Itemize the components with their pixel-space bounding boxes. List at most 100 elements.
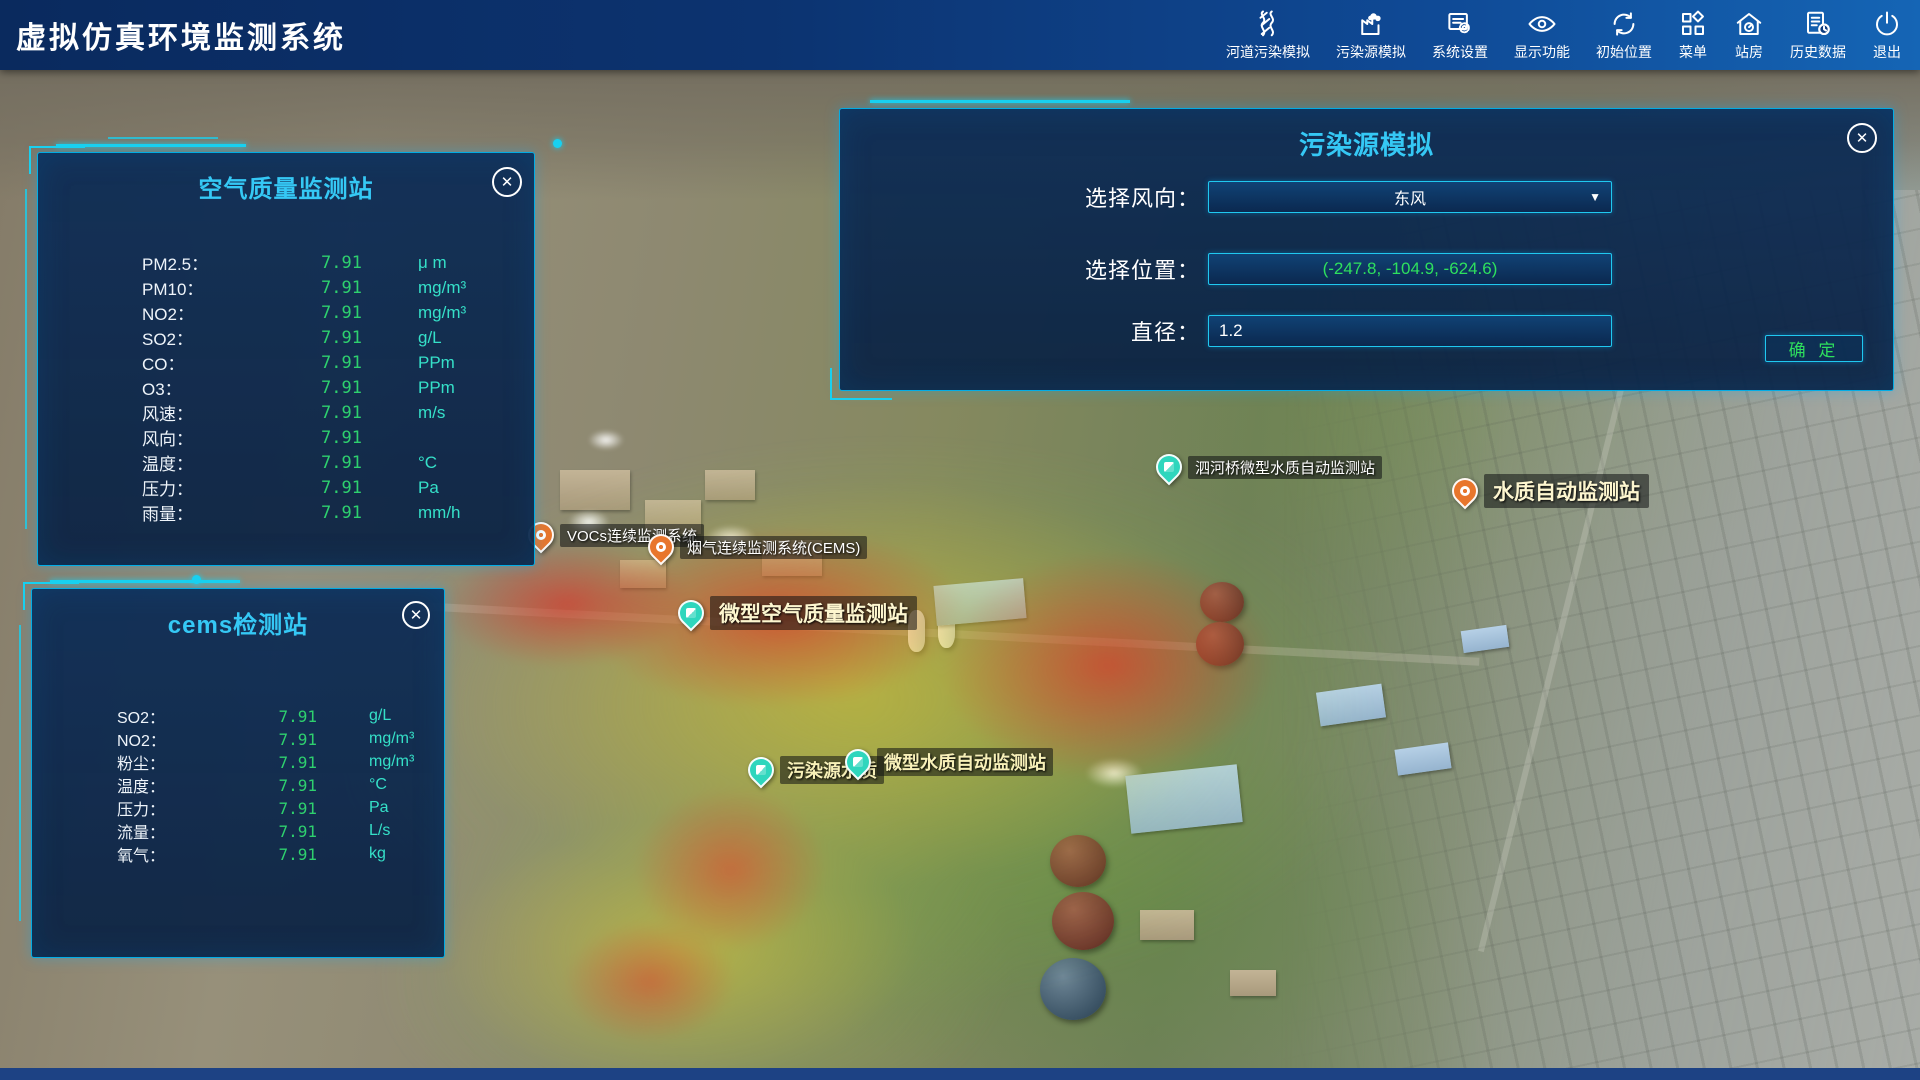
- chevron-down-icon: ▼: [1589, 190, 1601, 204]
- close-icon[interactable]: ✕: [492, 167, 522, 197]
- system-settings-icon: [1445, 9, 1475, 39]
- panel-decoration: [25, 189, 27, 529]
- marker-label: 微型水质自动监测站: [877, 748, 1053, 776]
- diameter-input[interactable]: [1209, 315, 1611, 347]
- nav-menu[interactable]: 菜单: [1678, 9, 1708, 62]
- orange-pin-icon: [1447, 473, 1484, 510]
- building-shape: [560, 470, 630, 510]
- metric-unit: g/L: [317, 707, 444, 725]
- nav-exit[interactable]: 退出: [1872, 9, 1902, 62]
- wind-direction-dropdown[interactable]: 东风 ▼: [1208, 181, 1612, 213]
- table-row: NO2：7.91mg/m³: [38, 300, 534, 325]
- marker-label: 微型空气质量监测站: [710, 596, 917, 630]
- cems-station-panel: cems检测站 ✕ SO2：7.91g/L NO2：7.91mg/m³ 粉尘：7…: [31, 588, 445, 958]
- nav-label: 初始位置: [1596, 42, 1652, 62]
- metric-unit: m/s: [362, 403, 534, 423]
- table-row: 风向：7.91: [38, 425, 534, 450]
- metric-label: 压力：: [117, 796, 237, 820]
- header-bar: 虚拟仿真环境监测系统 河道污染模拟 污染源模拟 系统设置 显示功能 初始位置: [0, 0, 1920, 70]
- table-row: 风速：7.91m/s: [38, 400, 534, 425]
- header-nav: 河道污染模拟 污染源模拟 系统设置 显示功能 初始位置 菜单: [1226, 9, 1920, 62]
- position-field-wrap: [1208, 253, 1612, 285]
- marker-water-quality-auto[interactable]: 水质自动监测站: [1452, 474, 1649, 508]
- air-panel-title: 空气质量监测站: [38, 153, 534, 204]
- metric-value: 7.91: [292, 453, 362, 473]
- teal-pin-icon: [743, 752, 780, 789]
- close-icon[interactable]: ✕: [1847, 123, 1877, 153]
- menu-icon: [1678, 9, 1708, 39]
- nav-station-house[interactable]: 站房: [1734, 9, 1764, 62]
- panel-decoration: [870, 100, 1130, 103]
- table-row: 氧气：7.91kg: [32, 842, 444, 865]
- marker-micro-air-quality[interactable]: 微型空气质量监测站: [678, 596, 917, 630]
- nav-system-settings[interactable]: 系统设置: [1432, 9, 1488, 62]
- nav-display-function[interactable]: 显示功能: [1514, 9, 1570, 62]
- metric-value: 7.91: [237, 753, 317, 772]
- metric-unit: °C: [362, 453, 534, 473]
- metric-unit: mg/m³: [317, 753, 444, 771]
- marker-label: 烟气连续监测系统(CEMS): [680, 536, 867, 559]
- air-panel-rows: PM2.5：7.91μ m PM10：7.91mg/m³ NO2：7.91mg/…: [38, 250, 534, 525]
- pollution-source-sim-panel: 污染源模拟 ✕ 选择风向： 东风 ▼ 选择位置： 直径： 确 定: [839, 108, 1894, 391]
- panel-decoration: [830, 368, 892, 400]
- spherical-tank: [1052, 892, 1114, 950]
- building-shape: [1140, 910, 1194, 940]
- metric-label: PM10：: [142, 275, 292, 300]
- sim-panel-title: 污染源模拟: [840, 109, 1893, 162]
- table-row: PM2.5：7.91μ m: [38, 250, 534, 275]
- wind-direction-label: 选择风向：: [840, 181, 1200, 213]
- metric-label: 温度：: [142, 450, 292, 475]
- nav-initial-position[interactable]: 初始位置: [1596, 9, 1652, 62]
- marker-label: 泗河桥微型水质自动监测站: [1188, 456, 1382, 479]
- close-icon[interactable]: ✕: [402, 601, 430, 629]
- nav-history-data[interactable]: 历史数据: [1790, 9, 1846, 62]
- cems-panel-title: cems检测站: [32, 589, 444, 640]
- panel-decoration: [19, 625, 21, 921]
- table-row: 粉尘：7.91mg/m³: [32, 750, 444, 773]
- position-label: 选择位置：: [840, 253, 1200, 285]
- metric-unit: μ m: [362, 253, 534, 273]
- diameter-field-wrap: [1208, 315, 1612, 347]
- metric-unit: L/s: [317, 822, 444, 840]
- confirm-button[interactable]: 确 定: [1765, 335, 1863, 362]
- marker-micro-water-auto[interactable]: 微型水质自动监测站: [845, 748, 1053, 776]
- marker-sihe-bridge-water[interactable]: 泗河桥微型水质自动监测站: [1156, 454, 1382, 480]
- table-row: 流量：7.91L/s: [32, 819, 444, 842]
- table-row: NO2：7.91mg/m³: [32, 727, 444, 750]
- metric-label: 粉尘：: [117, 750, 237, 774]
- smoke-plume: [588, 430, 624, 450]
- metric-label: 雨量：: [142, 500, 292, 525]
- panel-decoration: [108, 137, 218, 139]
- exit-icon: [1872, 9, 1902, 39]
- metric-value: 7.91: [292, 353, 362, 373]
- marker-flue-gas-cems[interactable]: 烟气连续监测系统(CEMS): [648, 534, 867, 560]
- spherical-tank: [1200, 582, 1244, 622]
- table-row: 压力：7.91Pa: [32, 796, 444, 819]
- nav-label: 站房: [1735, 42, 1763, 62]
- metric-unit: mm/h: [362, 503, 534, 523]
- cems-panel-rows: SO2：7.91g/L NO2：7.91mg/m³ 粉尘：7.91mg/m³ 温…: [32, 704, 444, 865]
- metric-label: 风速：: [142, 400, 292, 425]
- teal-pin-icon: [673, 595, 710, 632]
- metric-value: 7.91: [237, 822, 317, 841]
- metric-unit: Pa: [362, 478, 534, 498]
- nav-river-pollution-sim[interactable]: 河道污染模拟: [1226, 9, 1310, 62]
- position-input[interactable]: [1209, 253, 1611, 285]
- blue-roof-building: [933, 578, 1026, 626]
- wind-direction-value: 东风: [1394, 185, 1426, 209]
- blue-roof-building: [1125, 764, 1242, 833]
- metric-value: 7.91: [237, 730, 317, 749]
- spherical-tank: [1040, 958, 1106, 1020]
- history-data-icon: [1803, 9, 1833, 39]
- metric-label: CO：: [142, 350, 292, 375]
- table-row: 温度：7.91°C: [38, 450, 534, 475]
- nav-label: 历史数据: [1790, 42, 1846, 62]
- metric-unit: kg: [317, 845, 444, 863]
- nav-label: 污染源模拟: [1336, 42, 1406, 62]
- metric-value: 7.91: [292, 303, 362, 323]
- metric-unit: g/L: [362, 328, 534, 348]
- metric-value: 7.91: [237, 707, 317, 726]
- nav-pollution-source-sim[interactable]: 污染源模拟: [1336, 9, 1406, 62]
- metric-label: SO2：: [117, 704, 237, 728]
- table-row: 温度：7.91°C: [32, 773, 444, 796]
